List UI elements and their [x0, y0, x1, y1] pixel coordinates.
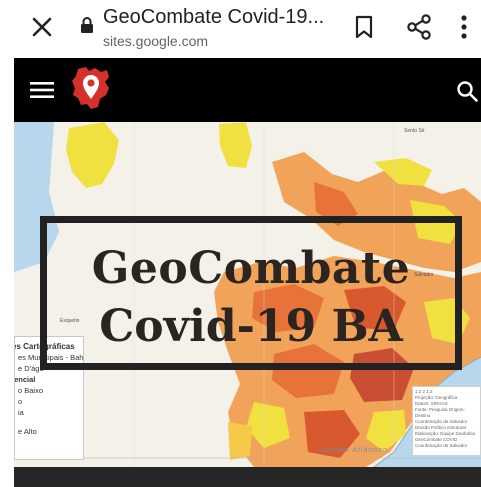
share-icon[interactable] [406, 13, 432, 41]
search-icon[interactable] [456, 80, 478, 102]
hero-title-line-2: Covid-19 BA [99, 301, 403, 352]
info-line: Fonte: Pesquisa Origem-Destino [415, 407, 466, 418]
page-title[interactable]: GeoCombate Covid-19... [103, 6, 324, 29]
info-line: Coordenação de Salvador [415, 443, 468, 448]
more-vert-icon[interactable] [458, 14, 470, 40]
browser-toolbar: GeoCombate Covid-19... sites.google.com [0, 0, 481, 57]
legend-item: lencial [14, 375, 36, 384]
bottom-bar [14, 467, 481, 487]
legend-item: o Baixo [18, 386, 44, 395]
legend-item: ia [18, 408, 24, 417]
map-label-north: Sento Sé [404, 128, 425, 134]
geocombate-logo[interactable] [70, 65, 112, 111]
url-domain[interactable]: sites.google.com [103, 33, 208, 49]
hero-title-line-1: GeoCombate [91, 243, 411, 294]
lock-icon[interactable] [80, 16, 94, 34]
menu-icon[interactable] [30, 81, 54, 99]
hero-banner: Sento Sé Salvador Esquetio Oceano Atlânt… [14, 122, 481, 467]
map-label-ocean: Oceano Atlântico [319, 447, 389, 454]
hero-title-box: GeoCombate Covid-19 BA [40, 216, 462, 370]
map-info-box: 1:2 2 1:2 Projeção: Geográfica Datum: SI… [412, 386, 481, 456]
bookmark-icon[interactable] [353, 14, 375, 40]
legend-item: o [18, 397, 23, 406]
legend-item: e Alto [18, 427, 37, 436]
close-icon[interactable] [27, 12, 57, 42]
site-header [14, 58, 481, 122]
